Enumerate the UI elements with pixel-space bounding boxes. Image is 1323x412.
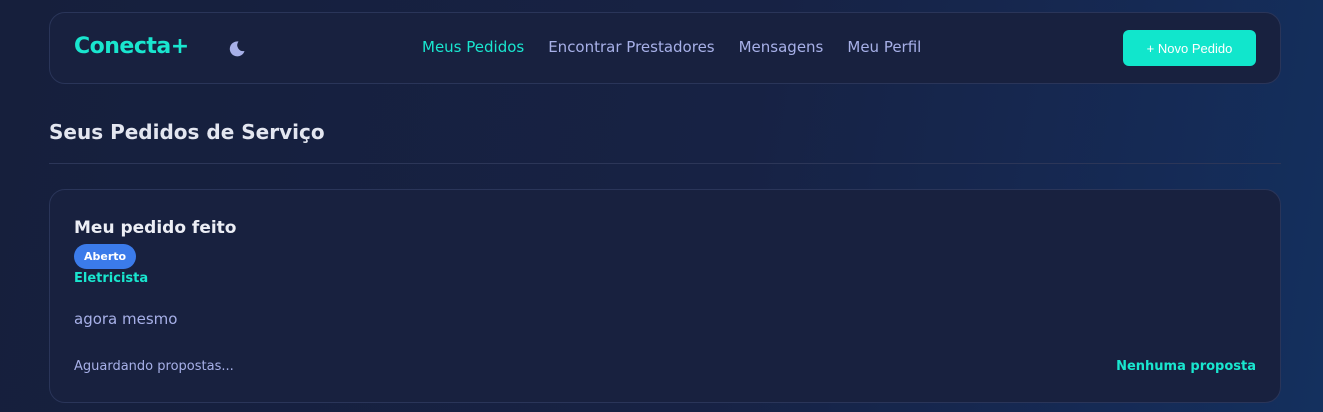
order-time: agora mesmo xyxy=(74,310,178,328)
logo[interactable]: Conecta+ xyxy=(74,34,189,59)
new-order-button[interactable]: + Novo Pedido xyxy=(1123,30,1256,66)
order-status-text: Aguardando propostas... xyxy=(74,359,234,374)
nav-item-meu-perfil[interactable]: Meu Perfil xyxy=(847,38,921,56)
order-card[interactable]: Meu pedido feito Aberto Eletricista agor… xyxy=(49,189,1281,403)
top-navbar: Conecta+ Meus Pedidos Encontrar Prestado… xyxy=(49,12,1281,84)
nav-item-mensagens[interactable]: Mensagens xyxy=(739,38,824,56)
status-badge: Aberto xyxy=(74,244,137,269)
main-nav: Meus Pedidos Encontrar Prestadores Mensa… xyxy=(422,38,921,56)
nav-item-meus-pedidos[interactable]: Meus Pedidos xyxy=(422,38,524,56)
divider xyxy=(49,163,1281,164)
order-category: Eletricista xyxy=(74,271,149,286)
page-title: Seus Pedidos de Serviço xyxy=(49,120,325,144)
moon-icon[interactable] xyxy=(227,39,247,59)
proposals-count: Nenhuma proposta xyxy=(1116,359,1256,374)
order-title: Meu pedido feito xyxy=(74,218,237,238)
nav-item-encontrar-prestadores[interactable]: Encontrar Prestadores xyxy=(548,38,714,56)
